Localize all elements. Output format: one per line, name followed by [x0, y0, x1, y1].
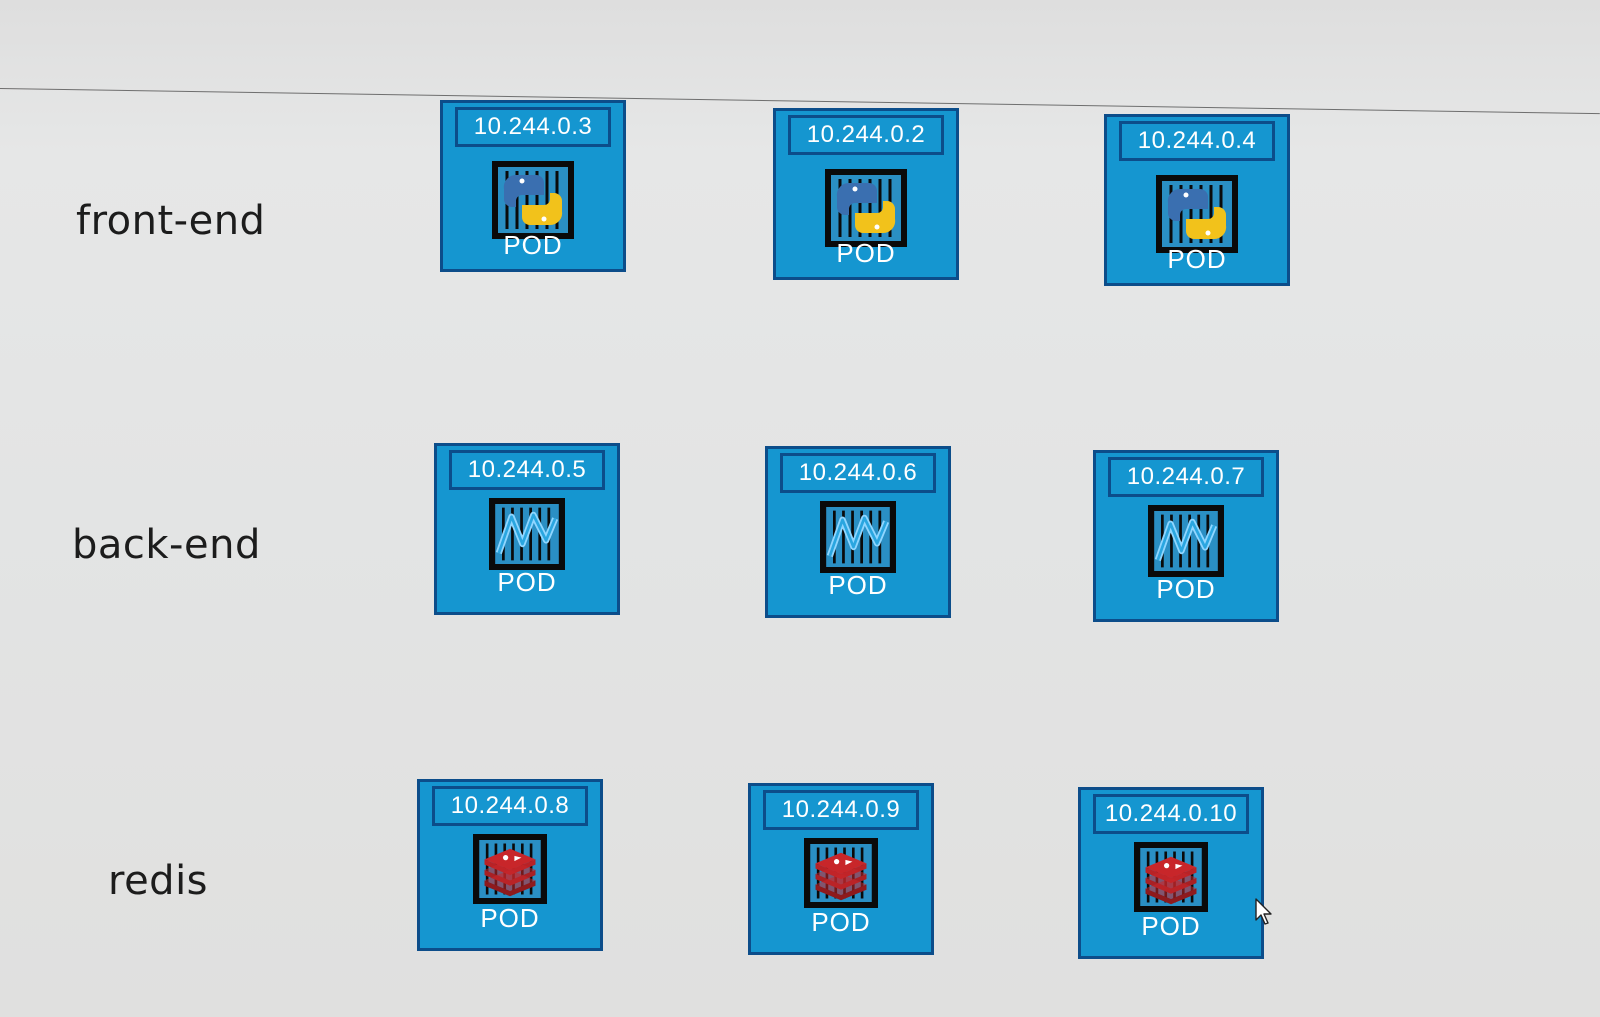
python-icon	[492, 161, 574, 239]
group-label-redis: redis	[108, 858, 209, 904]
nodejs-icon	[820, 501, 896, 573]
pod-label: POD	[836, 238, 896, 268]
pod-redis-1[interactable]: 10.244.0.8 POD	[417, 779, 603, 951]
pod-label: POD	[811, 907, 871, 937]
pod-label: POD	[503, 230, 563, 260]
pod-redis-3[interactable]: 10.244.0.10 POD	[1078, 787, 1264, 959]
pod-ip: 10.244.0.2	[788, 115, 944, 155]
pod-ip: 10.244.0.5	[449, 450, 605, 490]
redis-icon	[804, 838, 878, 908]
pod-label: POD	[1141, 911, 1201, 941]
pod-label: POD	[828, 570, 888, 600]
pod-back-end-1[interactable]: 10.244.0.5 POD	[434, 443, 620, 615]
redis-icon	[1134, 842, 1208, 912]
pod-label: POD	[480, 903, 540, 933]
pod-label: POD	[1167, 244, 1227, 274]
pod-ip: 10.244.0.9	[763, 790, 919, 830]
redis-icon	[473, 834, 547, 904]
pod-ip: 10.244.0.6	[780, 453, 936, 493]
pod-ip: 10.244.0.3	[455, 107, 611, 147]
python-icon	[1156, 175, 1238, 253]
pod-ip: 10.244.0.4	[1119, 121, 1275, 161]
pod-back-end-2[interactable]: 10.244.0.6 POD	[765, 446, 951, 618]
python-icon	[825, 169, 907, 247]
pod-ip: 10.244.0.8	[432, 786, 588, 826]
pod-front-end-1[interactable]: 10.244.0.3 POD	[440, 100, 626, 272]
group-label-front-end: front-end	[76, 198, 266, 244]
pod-back-end-3[interactable]: 10.244.0.7 POD	[1093, 450, 1279, 622]
pod-label: POD	[497, 567, 557, 597]
pod-redis-2[interactable]: 10.244.0.9 POD	[748, 783, 934, 955]
nodejs-icon	[489, 498, 565, 570]
pod-front-end-3[interactable]: 10.244.0.4 POD	[1104, 114, 1290, 286]
nodejs-icon	[1148, 505, 1224, 577]
pod-front-end-2[interactable]: 10.244.0.2 POD	[773, 108, 959, 280]
group-label-back-end: back-end	[72, 522, 261, 568]
pod-label: POD	[1156, 574, 1216, 604]
pod-ip: 10.244.0.10	[1093, 794, 1249, 834]
mouse-cursor-icon	[1255, 898, 1272, 925]
pod-ip: 10.244.0.7	[1108, 457, 1264, 497]
